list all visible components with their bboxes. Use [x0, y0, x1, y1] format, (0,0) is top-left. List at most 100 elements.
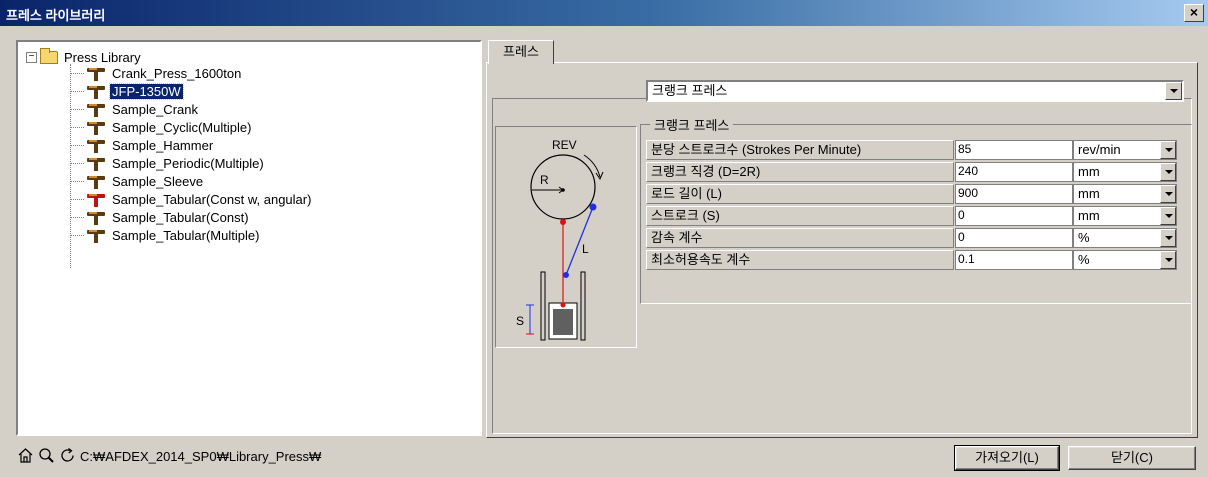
tree-connector [70, 234, 84, 236]
tree-item-label: Sample_Sleeve [112, 173, 204, 189]
param-unit-value: rev/min [1078, 142, 1121, 157]
press-error-icon [86, 191, 106, 207]
tree-connector [70, 180, 84, 182]
press-icon [86, 65, 106, 81]
tree-root-label: Press Library [64, 49, 141, 65]
home-icon[interactable] [16, 446, 35, 465]
tree-item-label: Sample_Tabular(Const w, angular) [112, 191, 312, 207]
tab-press[interactable]: 프레스 [488, 40, 554, 64]
press-type-value: 크랭크 프레스 [652, 83, 728, 98]
tree-item-label: Sample_Tabular(Const) [112, 209, 249, 225]
tree-expander-icon[interactable]: − [26, 51, 37, 63]
import-button[interactable]: 가져오기(L) [954, 445, 1060, 471]
guide-left [540, 271, 546, 341]
tree-item-label: Sample_Crank [112, 101, 198, 117]
chevron-down-icon[interactable] [1160, 251, 1176, 269]
param-value-input[interactable]: 0 [955, 206, 1073, 226]
tree-connector [70, 162, 84, 164]
tree-item-sample-crank[interactable]: Sample_Crank [70, 100, 200, 118]
param-value-input[interactable]: 240 [955, 162, 1073, 182]
param-label: 최소허용속도 계수 [646, 250, 954, 270]
chevron-down-icon[interactable] [1165, 82, 1182, 100]
wrist-pin [563, 272, 569, 278]
close-button[interactable]: 닫기(C) [1068, 446, 1196, 470]
press-icon [86, 83, 106, 99]
crank-circle [530, 154, 596, 220]
tree-item-sample-hammer[interactable]: Sample_Hammer [70, 136, 215, 154]
param-label: 스트로크 (S) [646, 206, 954, 226]
search-icon[interactable] [37, 446, 56, 465]
param-unit-value: mm [1078, 208, 1100, 223]
tree-item-label-selected: JFP-1350W [109, 82, 184, 100]
tree-connector [70, 72, 84, 74]
chevron-down-icon[interactable] [1160, 163, 1176, 181]
chevron-down-icon[interactable] [1160, 141, 1176, 159]
param-unit-select[interactable]: mm [1073, 206, 1177, 226]
param-unit-value: mm [1078, 186, 1100, 201]
tree-item-sample-periodic[interactable]: Sample_Periodic(Multiple) [70, 154, 266, 172]
press-icon [86, 137, 106, 153]
tree-item-jfp-1350w[interactable]: JFP-1350W [70, 82, 184, 100]
tree-item-sample-tabular-const-w[interactable]: Sample_Tabular(Const w, angular) [70, 190, 313, 208]
tree-item-label: Sample_Periodic(Multiple) [112, 155, 264, 171]
close-window-button[interactable]: × [1184, 4, 1204, 22]
tree-item-sample-tabular-multiple[interactable]: Sample_Tabular(Multiple) [70, 226, 261, 244]
press-type-select[interactable]: 크랭크 프레스 [646, 80, 1184, 102]
tree-item-label: Sample_Hammer [112, 137, 214, 153]
press-library-window: 프레스 라이브러리 × − Press Library Crank_Press_… [0, 0, 1208, 477]
window-title: 프레스 라이브러리 [6, 8, 106, 23]
press-icon [86, 119, 106, 135]
param-unit-select[interactable]: mm [1073, 162, 1177, 182]
crank-pin [589, 203, 597, 211]
s-label: S [516, 314, 524, 328]
rev-label: REV [552, 138, 577, 152]
param-unit-value: % [1078, 230, 1090, 245]
r-label: R [540, 173, 549, 187]
tree-item-label: Sample_Tabular(Multiple) [112, 227, 260, 243]
group-title: 크랭크 프레스 [650, 115, 734, 134]
tree-item-label: Crank_Press_1600ton [112, 65, 242, 81]
param-unit-select[interactable]: mm [1073, 184, 1177, 204]
refresh-icon[interactable] [58, 446, 77, 465]
tree-connector [70, 216, 84, 218]
param-value-input[interactable]: 0 [955, 228, 1073, 248]
param-value-input[interactable]: 0.1 [955, 250, 1073, 270]
crank-diagram: REV R L S [495, 126, 637, 348]
tdc-point [560, 219, 566, 225]
chevron-down-icon[interactable] [1160, 185, 1176, 203]
chevron-down-icon[interactable] [1160, 207, 1176, 225]
library-path: C:₩AFDEX_2014_SP0₩Library_Press₩ [80, 449, 322, 464]
press-icon [86, 173, 106, 189]
param-unit-value: mm [1078, 164, 1100, 179]
param-label: 크랭크 직경 (D=2R) [646, 162, 954, 182]
tree-item-sample-sleeve[interactable]: Sample_Sleeve [70, 172, 205, 190]
toolbar-icons [16, 446, 77, 465]
folder-icon [40, 47, 58, 64]
tree-connector [70, 144, 84, 146]
param-unit-select[interactable]: % [1073, 250, 1177, 270]
press-icon [86, 209, 106, 225]
chevron-down-icon[interactable] [1160, 229, 1176, 247]
bdc-point [560, 302, 566, 308]
tree-item-label: Sample_Cyclic(Multiple) [112, 119, 252, 135]
tree-connector [70, 108, 84, 110]
title-bar[interactable]: 프레스 라이브러리 × [0, 0, 1208, 26]
param-label: 로드 길이 (L) [646, 184, 954, 204]
crank-diagram-svg: REV R L S [516, 138, 604, 341]
param-value-input[interactable]: 85 [955, 140, 1073, 160]
tree-item-crank-press-1600ton[interactable]: Crank_Press_1600ton [70, 64, 243, 82]
press-icon [86, 101, 106, 117]
crank-center [561, 188, 565, 192]
tree-item-sample-cyclic[interactable]: Sample_Cyclic(Multiple) [70, 118, 253, 136]
param-label: 감속 계수 [646, 228, 954, 248]
l-label: L [582, 242, 589, 256]
tree-connector [70, 198, 84, 200]
guide-right [580, 271, 586, 341]
press-icon [86, 155, 106, 171]
param-unit-select[interactable]: % [1073, 228, 1177, 248]
tree-item-sample-tabular-const[interactable]: Sample_Tabular(Const) [70, 208, 251, 226]
tree-connector [70, 126, 84, 128]
press-tree[interactable]: − Press Library Crank_Press_1600ton JFP-… [16, 40, 482, 436]
param-value-input[interactable]: 900 [955, 184, 1073, 204]
param-unit-select[interactable]: rev/min [1073, 140, 1177, 160]
